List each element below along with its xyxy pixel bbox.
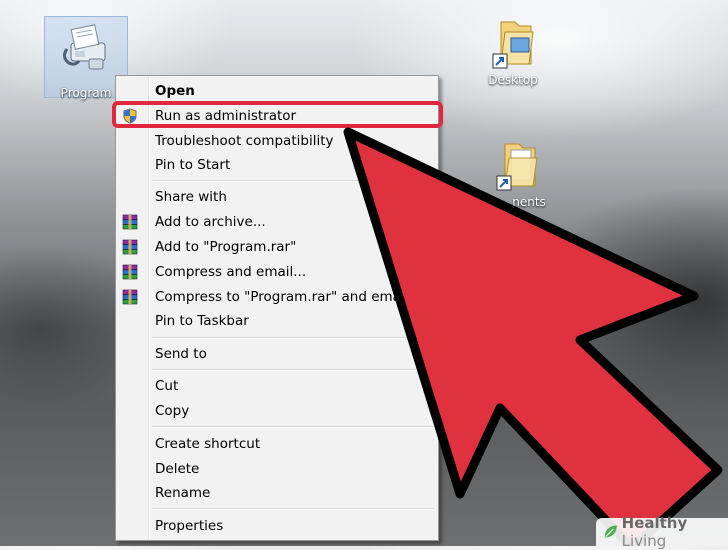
- menu-item-add-to-archive[interactable]: Add to archive...: [118, 210, 436, 234]
- menu-item-label: Share with: [155, 189, 227, 205]
- menu-item-label: Pin to Taskbar: [155, 313, 249, 329]
- documents-icon-label: nents: [512, 195, 546, 209]
- menu-item-cut[interactable]: Cut: [118, 374, 436, 398]
- menu-item-label: Properties: [155, 518, 224, 534]
- menu-item-share-with[interactable]: Share with: [118, 185, 436, 209]
- menu-item-send-to[interactable]: Send to: [118, 342, 436, 366]
- menu-item-label: Copy: [155, 403, 190, 419]
- menu-item-open[interactable]: Open: [118, 79, 436, 103]
- desktop-icon-label: Desktop: [488, 73, 538, 87]
- menu-item-label: Delete: [155, 461, 200, 477]
- leaf-logo-icon: [604, 525, 617, 538]
- menu-item-label: Send to: [155, 346, 207, 362]
- highlight-box: [112, 101, 443, 128]
- winrar-icon: [122, 239, 138, 255]
- fax-program-icon: [62, 24, 106, 70]
- menu-item-label: Cut: [155, 378, 179, 394]
- winrar-icon: [122, 214, 138, 230]
- folder-icon: [492, 21, 534, 69]
- watermark: Healthy Living: [596, 514, 728, 550]
- menu-item-rename[interactable]: Rename: [118, 481, 436, 505]
- winrar-icon: [122, 289, 138, 305]
- menu-separator: [152, 337, 434, 339]
- menu-item-delete[interactable]: Delete: [118, 457, 436, 481]
- winrar-icon: [122, 264, 138, 280]
- documents-shortcut-icon[interactable]: nents: [478, 140, 556, 209]
- watermark-text: Healthy Living: [621, 514, 688, 550]
- menu-item-label: Add to "Program.rar": [155, 239, 297, 255]
- menu-item-label: Pin to Start: [155, 157, 231, 173]
- menu-item-label: Troubleshoot compatibility: [155, 133, 334, 149]
- menu-separator: [152, 426, 434, 428]
- menu-item-pin-to-taskbar[interactable]: Pin to Taskbar: [118, 309, 436, 333]
- menu-item-compress-to-program-rar-and-email[interactable]: Compress to "Program.rar" and email: [118, 285, 436, 309]
- menu-item-label: Open: [155, 83, 195, 99]
- menu-item-compress-and-email[interactable]: Compress and email...: [118, 260, 436, 284]
- menu-item-label: Create shortcut: [155, 436, 261, 452]
- menu-item-label: Add to archive...: [155, 214, 266, 230]
- menu-item-create-shortcut[interactable]: Create shortcut: [118, 432, 436, 456]
- menu-separator: [152, 369, 434, 371]
- menu-separator: [152, 508, 434, 510]
- menu-item-label: Compress to "Program.rar" and email: [155, 289, 409, 305]
- menu-item-label: Compress and email...: [155, 264, 307, 280]
- menu-item-troubleshoot-compatibility[interactable]: Troubleshoot compatibility: [118, 129, 436, 153]
- menu-separator: [152, 180, 434, 182]
- context-menu: Open Run as administrator Troubleshoot c…: [115, 75, 439, 541]
- folder-icon: [496, 143, 538, 191]
- menu-item-pin-to-start[interactable]: Pin to Start: [118, 153, 436, 177]
- desktop-shortcut-icon[interactable]: Desktop: [478, 18, 548, 87]
- menu-item-add-to-program-rar[interactable]: Add to "Program.rar": [118, 235, 436, 259]
- menu-item-copy[interactable]: Copy: [118, 399, 436, 423]
- menu-item-label: Rename: [155, 485, 211, 501]
- menu-item-properties[interactable]: Properties: [118, 514, 436, 538]
